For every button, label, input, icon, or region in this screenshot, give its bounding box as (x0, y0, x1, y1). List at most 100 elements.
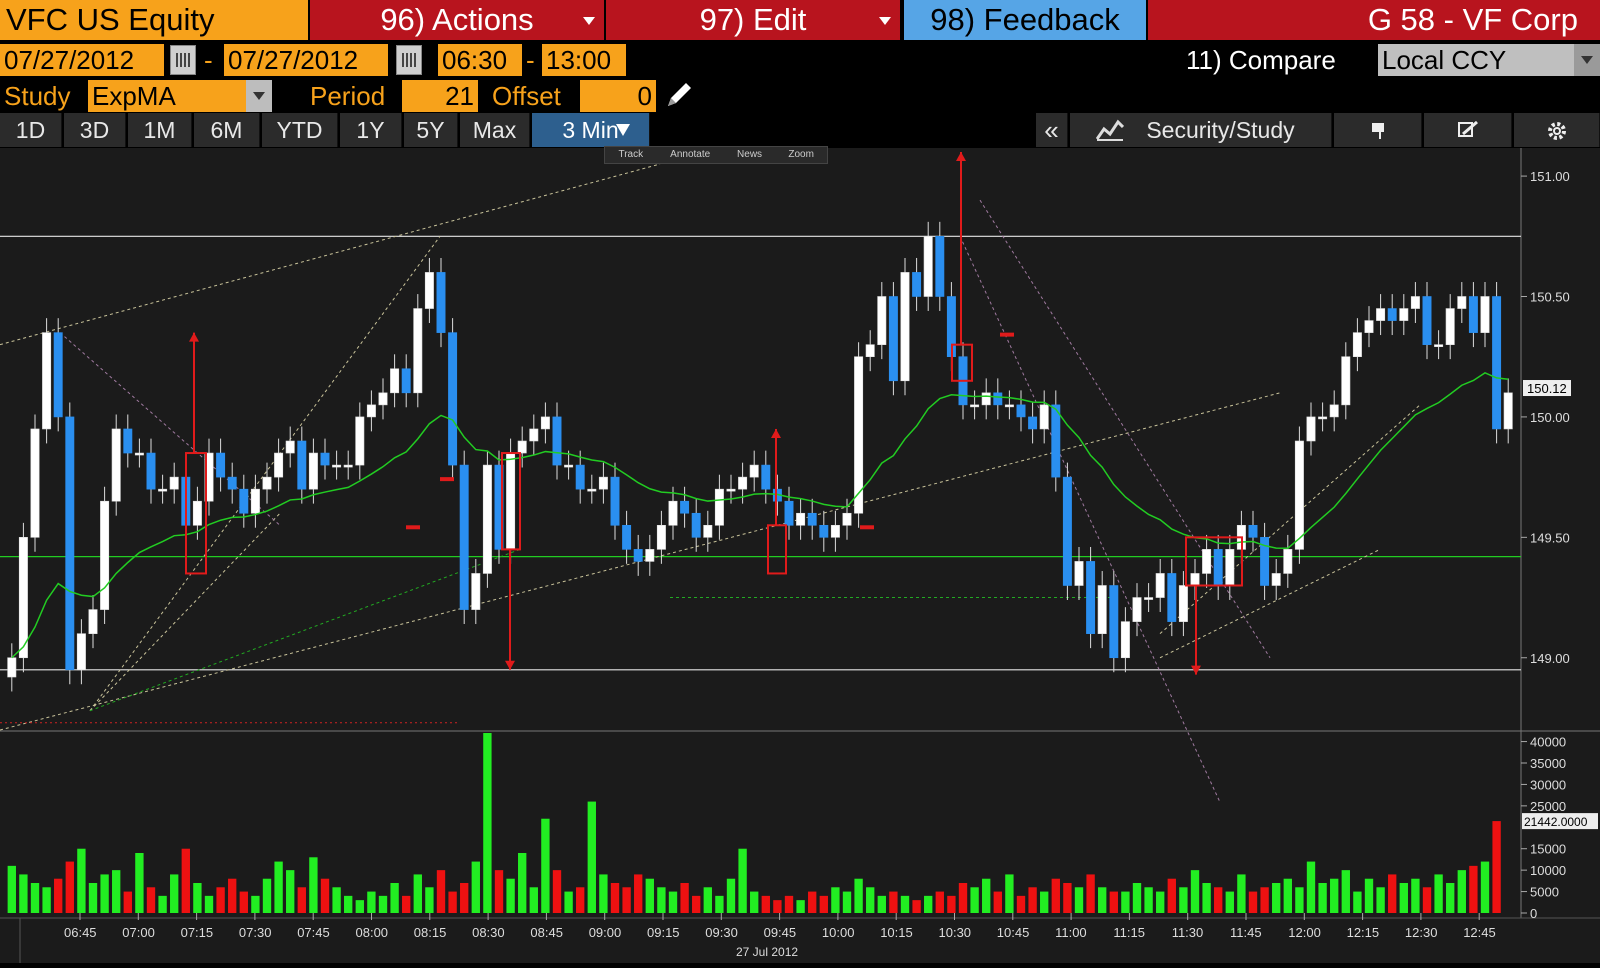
actions-label: 96) Actions (380, 2, 534, 37)
candle-body (250, 488, 260, 514)
candle-body (575, 464, 585, 490)
candle-body (1294, 440, 1304, 550)
draw-button[interactable] (1424, 113, 1512, 147)
candle-body (1457, 296, 1467, 309)
time-tick-label: 08:00 (356, 925, 389, 940)
period-button-5y[interactable]: 5Y (404, 113, 458, 147)
period-button-1y[interactable]: 1Y (340, 113, 402, 147)
volume-bar (1457, 870, 1466, 913)
volume-bar (564, 891, 573, 913)
volume-bar (1469, 865, 1478, 913)
volume-bar (935, 891, 944, 913)
date-separator: - (204, 45, 213, 75)
volume-bar (88, 883, 98, 913)
page-title: G 58 - VF Corp (1148, 0, 1600, 40)
time-tick-label: 06:45 (64, 925, 97, 940)
time-tick-label: 09:30 (705, 925, 738, 940)
volume-bar (1121, 891, 1130, 913)
candle-body (390, 368, 400, 394)
candle-body (656, 524, 666, 550)
candle-body (1329, 404, 1339, 418)
volume-bar (494, 870, 504, 913)
volume-bar (831, 887, 840, 913)
time-tick-label: 10:15 (880, 925, 913, 940)
calendar-icon[interactable] (396, 45, 422, 75)
period-button-6m[interactable]: 6M (194, 113, 260, 147)
volume-bar (761, 895, 770, 913)
candle-body (1434, 344, 1444, 347)
settings-button[interactable] (1514, 113, 1600, 147)
time-tick-label: 07:15 (181, 925, 214, 940)
study-dropdown[interactable]: ExpMA (88, 80, 272, 112)
period-field[interactable]: 21 (402, 80, 478, 112)
volume-bar (819, 895, 828, 913)
time-tick-label: 08:45 (530, 925, 563, 940)
start-date-field[interactable]: 07/27/2012 (0, 44, 164, 76)
volume-bar (77, 848, 86, 913)
collapse-toolbar-button[interactable]: « (1036, 113, 1068, 147)
period-label: Period (310, 81, 386, 111)
offset-field[interactable]: 0 (580, 80, 656, 112)
candle-body (1062, 476, 1072, 586)
volume-bar (1098, 887, 1107, 913)
volume-tick-label: 0 (1530, 906, 1537, 921)
zoom-tool[interactable]: Zoom (775, 147, 827, 163)
volume-bar (239, 891, 248, 913)
feedback-button[interactable]: 98) Feedback (904, 0, 1146, 40)
volume-bar (65, 861, 74, 913)
annotate-tool[interactable]: Annotate (657, 147, 724, 163)
period-button-max[interactable]: Max (460, 113, 530, 147)
period-button-1d[interactable]: 1D (0, 113, 62, 147)
volume-bar (1399, 883, 1408, 913)
candle-body (749, 464, 759, 478)
candle-body (158, 488, 168, 492)
candle-body (1120, 621, 1130, 659)
security-study-button[interactable]: Security/Study (1070, 113, 1332, 147)
volume-bar (750, 891, 759, 913)
volume-bar (216, 887, 225, 913)
security-study-label: Security/Study (1146, 117, 1295, 143)
candle-body (134, 452, 144, 456)
candle-body (680, 500, 690, 514)
period-button-1m[interactable]: 1M (128, 113, 192, 147)
edit-menu[interactable]: 97) Edit (606, 0, 900, 40)
volume-bar (1376, 887, 1385, 913)
track-tool[interactable]: Track (605, 147, 657, 163)
candle-body (819, 524, 829, 538)
candle-body (1202, 549, 1212, 574)
end-time-field[interactable]: 13:00 (542, 44, 626, 76)
end-date-field[interactable]: 07/27/2012 (224, 44, 388, 76)
candle-body (912, 272, 922, 297)
price-volume-chart[interactable]: 151.00 150.50 150.00 149.50 149.00 40000 35000… (0, 148, 1600, 963)
price-tick-label: 149.50 (1530, 530, 1570, 545)
period-3min-dropdown[interactable]: 3 Min (532, 113, 650, 147)
calendar-icon[interactable] (170, 45, 196, 75)
news-tool[interactable]: News (724, 147, 776, 163)
candle-body (332, 464, 342, 468)
candle-body (366, 404, 376, 418)
flag-button[interactable] (1334, 113, 1422, 147)
ticker-field[interactable]: VFC US Equity (0, 0, 308, 40)
candle-body (459, 464, 469, 610)
volume-bar (1132, 883, 1142, 913)
candle-body (1190, 573, 1200, 586)
volume-bar (1063, 883, 1072, 913)
candle-body (552, 416, 562, 466)
volume-bar (668, 891, 678, 913)
candle-body (1341, 356, 1351, 406)
volume-bar (1167, 878, 1176, 913)
actions-menu[interactable]: 96) Actions (310, 0, 604, 40)
period-button-ytd[interactable]: YTD (262, 113, 338, 147)
candle-body (622, 524, 632, 550)
volume-bar (228, 878, 237, 913)
volume-bar (1283, 878, 1292, 913)
period-button-3d[interactable]: 3D (64, 113, 126, 147)
currency-dropdown[interactable]: Local CCY (1378, 44, 1600, 76)
pencil-icon[interactable] (664, 80, 694, 110)
volume-bar (1446, 883, 1455, 913)
time-tick-label: 11:30 (1172, 925, 1204, 940)
volume-bar (541, 818, 550, 913)
start-time-field[interactable]: 06:30 (438, 44, 522, 76)
compare-button[interactable]: 11) Compare (1186, 44, 1336, 76)
chart-area[interactable]: 151.00 150.50 150.00 149.50 149.00 40000 35000… (0, 148, 1600, 963)
